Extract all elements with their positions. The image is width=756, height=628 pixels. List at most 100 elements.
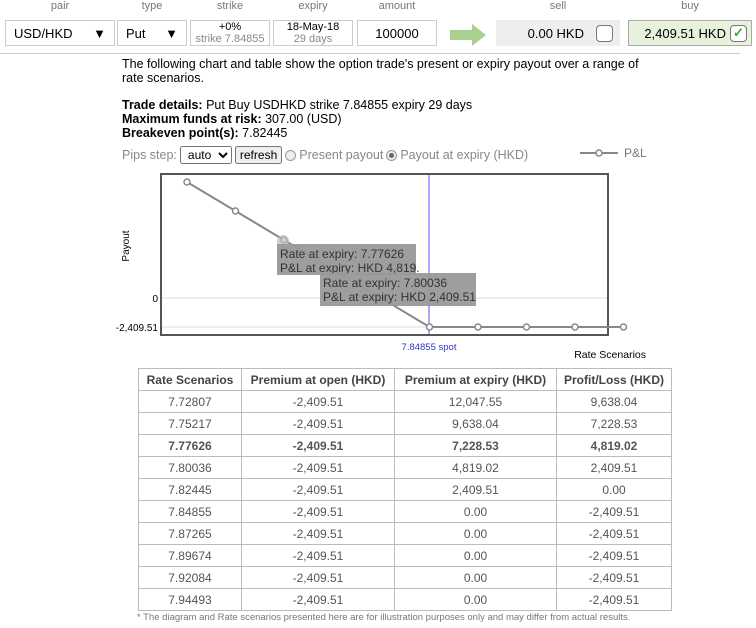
- table-row: 7.77626 -2,409.51 7,228.53 4,819.02: [138, 434, 672, 457]
- table-cell: 0.00: [394, 500, 557, 523]
- table-cell: -2,409.51: [241, 500, 395, 523]
- table-cell: 7.94493: [138, 588, 242, 611]
- data-point[interactable]: [183, 178, 191, 186]
- table-cell: -2,409.51: [556, 522, 672, 545]
- expiry-days: 29 days: [293, 33, 333, 45]
- max-funds: Maximum funds at risk: 307.00 (USD): [122, 112, 342, 126]
- table-cell: 9,638.04: [394, 412, 557, 435]
- scenario-table: Rate Scenarios Premium at open (HKD) Premi…: [138, 368, 672, 611]
- value: 7.82445: [238, 126, 288, 140]
- table-cell: -2,409.51: [241, 566, 395, 589]
- table-cell: 7.92084: [138, 566, 242, 589]
- table-cell: 7.84855: [138, 500, 242, 523]
- data-point[interactable]: [619, 323, 628, 331]
- y-tick-label: -2,409.51: [116, 323, 159, 334]
- breakeven: Breakeven point(s): 7.82445: [122, 126, 287, 140]
- legend-marker: [595, 149, 603, 157]
- table-cell: -2,409.51: [241, 478, 395, 501]
- table-row: 7.94493 -2,409.51 0.00 -2,409.51: [138, 588, 672, 611]
- table-cell: -2,409.51: [241, 456, 395, 479]
- strike-pct: +0%: [218, 21, 242, 33]
- buy-checkbox-checked[interactable]: ✓: [730, 24, 747, 42]
- column-header: Rate Scenarios: [138, 368, 242, 391]
- data-point[interactable]: [571, 323, 579, 331]
- dropdown-arrow-icon: ▼: [165, 25, 178, 41]
- table-row: 7.80036 -2,409.51 4,819.02 2,409.51: [138, 456, 672, 479]
- pair-header: pair: [50, 0, 70, 12]
- table-cell: -2,409.51: [241, 522, 395, 545]
- table-cell: 7.72807: [138, 390, 242, 413]
- buy-price: 2,409.51 HKD: [644, 25, 726, 41]
- table-row: 7.87265 -2,409.51 0.00 -2,409.51: [138, 522, 672, 545]
- payout-chart: P&L 0 -2,409.51 Payout 7.84855 spot Rate…: [116, 146, 647, 361]
- table-cell: -2,409.51: [556, 566, 672, 589]
- legend-label: P&L: [624, 146, 647, 160]
- intro-text: The following chart and table show the o…: [122, 57, 639, 85]
- tooltip-rate: Rate at expiry: 7.77626: [280, 247, 404, 261]
- table-cell: 0.00: [556, 478, 672, 501]
- type-header: type: [141, 0, 163, 12]
- column-header: Premium at open (HKD): [241, 368, 395, 391]
- table-cell: -2,409.51: [241, 544, 395, 567]
- table-cell: 7.82445: [138, 478, 242, 501]
- amount-input[interactable]: 100000: [357, 20, 437, 46]
- table-cell: -2,409.51: [556, 500, 672, 523]
- table-cell: 4,819.02: [556, 434, 672, 457]
- expiry-field[interactable]: 18-May-18 29 days: [273, 20, 353, 46]
- table-cell: 12,047.55: [394, 390, 557, 413]
- sell-checkbox[interactable]: [596, 24, 613, 42]
- label: Breakeven point(s):: [122, 126, 239, 140]
- data-point[interactable]: [522, 323, 531, 331]
- dropdown-arrow-icon: ▼: [93, 25, 106, 41]
- column-header: Profit/Loss (HKD): [556, 368, 672, 391]
- arrow-right-icon: [450, 24, 486, 46]
- table-row: 7.89674 -2,409.51 0.00 -2,409.51: [138, 544, 672, 567]
- data-point[interactable]: [425, 323, 434, 331]
- value: 307.00 (USD): [261, 112, 342, 126]
- expiry-header: expiry: [298, 0, 328, 12]
- table-cell: 0.00: [394, 566, 557, 589]
- strike-field[interactable]: +0% strike 7.84855: [190, 20, 270, 46]
- table-cell: -2,409.51: [241, 588, 395, 611]
- sell-price: 0.00 HKD: [527, 25, 584, 41]
- table-cell: 7.87265: [138, 522, 242, 545]
- table-cell: 0.00: [394, 544, 557, 567]
- tooltip-pl: P&L at expiry: HKD 4,819.: [280, 261, 420, 275]
- type-value: Put: [126, 25, 146, 41]
- table-cell: 7,228.53: [556, 412, 672, 435]
- sell-button[interactable]: 0.00 HKD: [496, 20, 620, 46]
- buy-header: buy: [681, 0, 699, 12]
- expiry-date: 18-May-18: [286, 21, 340, 33]
- data-point[interactable]: [231, 207, 240, 215]
- y-axis-label: Payout: [121, 230, 132, 261]
- trade-details: Trade details: Put Buy USDHKD strike 7.8…: [122, 98, 472, 112]
- table-row: 7.82445 -2,409.51 2,409.51 0.00: [138, 478, 672, 501]
- strike-value: strike 7.84855: [195, 33, 265, 45]
- table-cell: -2,409.51: [556, 544, 672, 567]
- amount-header: amount: [378, 0, 416, 12]
- pair-value: USD/HKD: [14, 25, 73, 41]
- type-select[interactable]: Put ▼: [117, 20, 187, 46]
- x-axis-label: Rate Scenarios: [574, 349, 646, 361]
- pair-select[interactable]: USD/HKD ▼: [5, 20, 115, 46]
- table-cell: 7,228.53: [394, 434, 557, 457]
- tooltip-pl: P&L at expiry: HKD 2,409.51: [323, 290, 476, 304]
- strike-header: strike: [216, 0, 244, 12]
- data-point[interactable]: [474, 323, 482, 331]
- table-cell: 4,819.02: [394, 456, 557, 479]
- divider: [0, 53, 740, 54]
- table-row: 7.75217 -2,409.51 9,638.04 7,228.53: [138, 412, 672, 435]
- footnote: * The diagram and Rate scenarios present…: [137, 612, 631, 623]
- spot-label: 7.84855 spot: [402, 342, 457, 353]
- table-cell: 7.80036: [138, 456, 242, 479]
- y-tick-label: 0: [152, 294, 158, 305]
- table-row: 7.84855 -2,409.51 0.00 -2,409.51: [138, 500, 672, 523]
- table-row: 7.72807 -2,409.51 12,047.55 9,638.04: [138, 390, 672, 413]
- table-cell: 0.00: [394, 588, 557, 611]
- table-cell: 7.89674: [138, 544, 242, 567]
- buy-button[interactable]: 2,409.51 HKD ✓: [628, 20, 752, 46]
- table-cell: 2,409.51: [394, 478, 557, 501]
- table-cell: -2,409.51: [241, 412, 395, 435]
- table-cell: -2,409.51: [241, 434, 395, 457]
- table-cell: -2,409.51: [241, 390, 395, 413]
